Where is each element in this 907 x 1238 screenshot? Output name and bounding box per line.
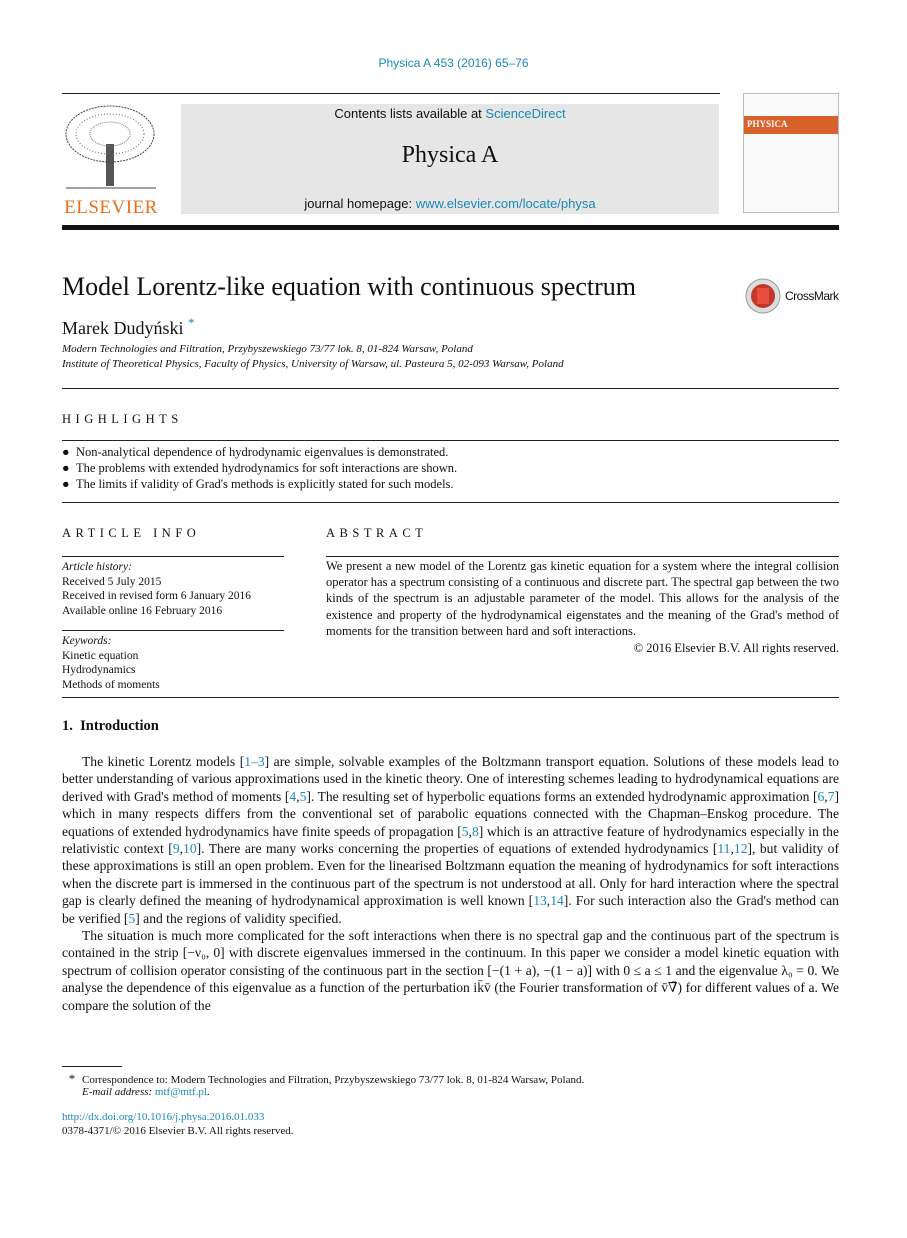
history-item: Received 5 July 2015 — [62, 575, 162, 588]
journal-header-box: Contents lists available at ScienceDirec… — [181, 104, 719, 214]
citation-link[interactable]: 9 — [173, 841, 180, 856]
paragraph-text: The kinetic Lorentz models [ — [82, 754, 245, 769]
contents-label: Contents lists available at — [334, 106, 486, 121]
highlight-text: The problems with extended hydrodynamics… — [76, 461, 458, 475]
journal-reference[interactable]: Physica A 453 (2016) 65–76 — [0, 56, 907, 70]
divider — [62, 440, 839, 441]
citation-link[interactable]: 5 — [462, 824, 469, 839]
email-label: E-mail address: — [82, 1086, 155, 1098]
introduction-body: The kinetic Lorentz models [1–3] are sim… — [62, 753, 839, 1014]
journal-name: Physica A — [401, 142, 499, 168]
citation-link[interactable]: 8 — [472, 824, 479, 839]
contents-line: Contents lists available at ScienceDirec… — [181, 106, 719, 121]
thick-divider — [62, 225, 839, 230]
punct: . — [206, 1086, 210, 1098]
citation-link[interactable]: 1–3 — [244, 754, 264, 769]
highlight-item: ● Non-analytical dependence of hydrodynam… — [62, 445, 448, 460]
highlight-text: Non-analytical dependence of hydrodynami… — [76, 445, 449, 459]
crossmark-badge[interactable]: CrossMark — [745, 278, 839, 314]
paragraph: The situation is much more complicated f… — [62, 927, 839, 1014]
homepage-line: journal homepage: www.elsevier.com/locat… — [181, 196, 719, 211]
citation-link[interactable]: 14 — [550, 893, 564, 908]
homepage-link[interactable]: www.elsevier.com/locate/physa — [416, 196, 596, 211]
history-item: Received in revised form 6 January 2016 — [62, 590, 252, 602]
paragraph: The kinetic Lorentz models [1–3] are sim… — [62, 753, 839, 927]
history-item: Available online 16 February 2016 — [62, 604, 223, 617]
keyword: Methods of moments — [62, 678, 160, 691]
email-line: E-mail address: mtf@mtf.pl. — [82, 1086, 210, 1098]
divider — [326, 556, 839, 557]
elsevier-logo: ELSEVIER — [62, 104, 160, 218]
abstract-text: We present a new model of the Lorentz ga… — [326, 559, 839, 638]
author-name: Marek Dudyński — [62, 318, 184, 338]
email-link[interactable]: mtf@mtf.pl — [155, 1086, 207, 1098]
citation-link[interactable]: 10 — [183, 841, 197, 856]
divider — [62, 556, 284, 557]
section-heading: 1. Introduction — [62, 718, 159, 734]
citation-link[interactable]: 12 — [734, 841, 748, 856]
paragraph-text: ]. The resulting set of hyperbolic equat… — [306, 788, 818, 804]
cover-title: PHYSICA — [744, 116, 838, 134]
highlight-item: ● The problems with extended hydrodynamic… — [62, 461, 457, 476]
keywords: Keywords: Kinetic equation Hydrodynamics… — [62, 634, 160, 692]
issn-copyright: 0378-4371/© 2016 Elsevier B.V. All right… — [62, 1125, 294, 1137]
paragraph-text: ]. There are many works concerning the p… — [196, 841, 718, 857]
author[interactable]: Marek Dudyński * — [62, 315, 194, 339]
paragraph-text: The situation is much more complicated f… — [62, 928, 839, 1013]
homepage-label: journal homepage: — [304, 196, 416, 211]
divider — [62, 388, 839, 389]
footnote-text: Correspondence to: Modern Technologies a… — [82, 1074, 585, 1086]
article-info-heading: ARTICLE INFO — [62, 526, 201, 540]
keyword: Hydrodynamics — [62, 664, 136, 676]
footnote-mark: * — [68, 1071, 76, 1086]
divider — [62, 502, 839, 503]
highlight-item: ● The limits if validity of Grad's method… — [62, 477, 454, 492]
bullet-icon: ● — [62, 477, 70, 491]
citation-link[interactable]: 13 — [533, 893, 547, 908]
journal-ref-link[interactable]: Physica A 453 (2016) 65–76 — [378, 56, 528, 70]
abstract: We present a new model of the Lorentz ga… — [326, 558, 839, 656]
affiliation: Modern Technologies and Filtration, Przy… — [62, 343, 473, 355]
divider — [62, 697, 839, 698]
bullet-icon: ● — [62, 445, 70, 459]
crossmark-icon — [745, 278, 781, 314]
article-title: Model Lorentz-like equation with continu… — [62, 272, 637, 301]
divider — [62, 630, 284, 631]
crossmark-label: CrossMark — [785, 289, 839, 303]
affiliation: Institute of Theoretical Physics, Facult… — [62, 358, 564, 370]
highlights-heading: HIGHLIGHTS — [62, 412, 183, 426]
footnote: * Correspondence to: Modern Technologies … — [62, 1071, 584, 1087]
paragraph-text: ] and the regions of validity specified. — [135, 910, 342, 926]
divider — [62, 93, 720, 94]
sciencedirect-link[interactable]: ScienceDirect — [485, 106, 565, 121]
doi-link[interactable]: http://dx.doi.org/10.1016/j.physa.2016.0… — [62, 1111, 264, 1123]
article-history: Article history: Received 5 July 2015 Re… — [62, 560, 251, 618]
highlight-text: The limits if validity of Grad's methods… — [76, 477, 454, 491]
footnote-divider — [62, 1066, 122, 1067]
footnote-mark-link[interactable]: * — [188, 315, 195, 330]
journal-cover: PHYSICA — [743, 93, 839, 213]
abstract-copyright: © 2016 Elsevier B.V. All rights reserved… — [633, 641, 839, 656]
keywords-label: Keywords: — [62, 635, 112, 647]
bullet-icon: ● — [62, 461, 70, 475]
elsevier-wordmark: ELSEVIER — [64, 197, 158, 218]
history-label: Article history: — [62, 561, 132, 573]
citation-link[interactable]: 11 — [717, 841, 730, 856]
keyword: Kinetic equation — [62, 649, 139, 662]
tree-icon — [65, 105, 156, 189]
abstract-heading: ABSTRACT — [326, 526, 428, 540]
